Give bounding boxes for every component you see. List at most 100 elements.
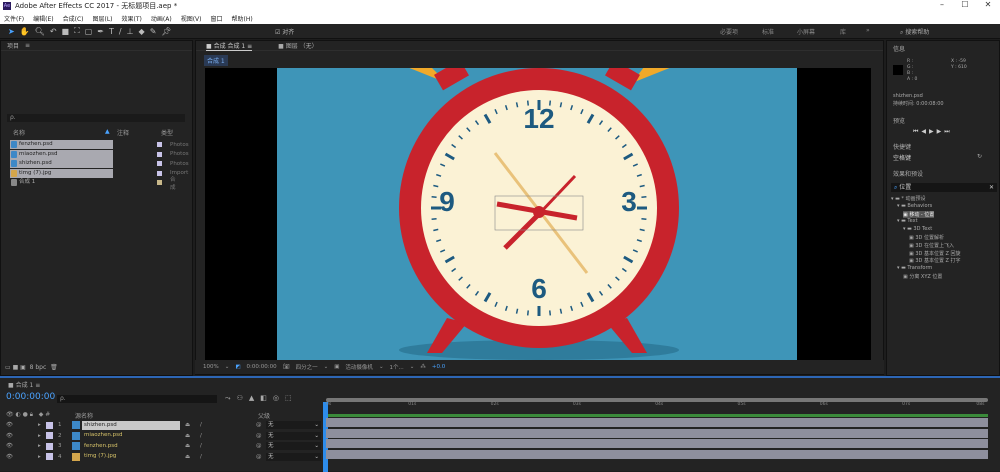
project-item[interactable]: 合成 1 合成 bbox=[10, 177, 176, 191]
layer-row[interactable]: 👁︎ ▸ 1 shizhen.psd ⏏ / @ 无 ⌄ bbox=[0, 420, 325, 430]
rotate-tool-icon[interactable]: ↶ bbox=[50, 27, 57, 36]
visibility-eye-icon[interactable]: 👁︎ bbox=[6, 433, 13, 439]
comp-breadcrumb[interactable]: 合成 1 bbox=[204, 55, 228, 66]
effects-tree-item[interactable]: ▾ ▬ Transform bbox=[897, 265, 932, 271]
expand-arrow-icon[interactable]: ▸ bbox=[38, 454, 41, 460]
menu-edit[interactable]: 编辑(E) bbox=[33, 14, 53, 23]
label-color-swatch[interactable] bbox=[157, 151, 162, 157]
maximize-button[interactable]: ☐ bbox=[955, 0, 975, 12]
layer-row[interactable]: 👁︎ ▸ 3 fenzhen.psd ⏏ / @ 无 ⌄ bbox=[0, 441, 325, 451]
sort-arrow-icon[interactable]: ▲ bbox=[105, 128, 110, 135]
project-item[interactable]: shizhen.psd Photos bbox=[10, 159, 189, 168]
column-comment[interactable]: 注释 bbox=[117, 128, 129, 137]
bpc-button[interactable]: 8 bpc bbox=[30, 364, 47, 371]
timeline-switches[interactable]: ⤳⚇▲◧◎⬚ bbox=[225, 394, 298, 403]
project-item[interactable]: timg (7).jpg Import bbox=[10, 168, 188, 178]
shy-icon[interactable]: ⏏ bbox=[185, 443, 190, 449]
expand-arrow-icon[interactable]: ▸ bbox=[38, 422, 41, 428]
viewer-timecode[interactable]: 0:00:00:00 bbox=[247, 364, 277, 370]
menu-layer[interactable]: 图层(L) bbox=[93, 14, 113, 23]
quality-switch[interactable]: / bbox=[200, 454, 202, 460]
layer-duration-bar[interactable] bbox=[326, 428, 988, 438]
shortcut-select[interactable]: 空格键 bbox=[893, 153, 911, 162]
shy-icon[interactable]: ⏏ bbox=[185, 454, 190, 460]
column-type[interactable]: 类型 bbox=[161, 128, 173, 137]
eraser-tool-icon[interactable]: ◆ bbox=[139, 27, 145, 36]
expand-arrow-icon[interactable]: ▸ bbox=[38, 433, 41, 439]
camera-tool-icon[interactable]: ■ bbox=[62, 27, 70, 36]
pan-behind-tool-icon[interactable]: ⛶ bbox=[74, 26, 80, 36]
label-color-swatch[interactable] bbox=[157, 142, 162, 147]
zoom-tool-icon[interactable]: 🔍︎ bbox=[35, 27, 45, 36]
tab-composition[interactable]: ■ 合成 合成 1 ≡ bbox=[206, 41, 253, 51]
clone-stamp-tool-icon[interactable]: ⊥ bbox=[127, 27, 134, 36]
visibility-eye-icon[interactable]: 👁︎ bbox=[6, 443, 13, 449]
menu-effect[interactable]: 效果(T) bbox=[122, 14, 142, 23]
camera-select[interactable]: 活动摄像机 bbox=[345, 363, 373, 371]
resolution-select[interactable]: 四分之一 bbox=[296, 363, 318, 371]
flowchart-icon[interactable]: ⁂ bbox=[420, 364, 426, 370]
layer-duration-bar[interactable] bbox=[326, 449, 988, 459]
parent-header[interactable]: 父级 bbox=[258, 411, 270, 420]
rectangle-tool-icon[interactable]: ▢ bbox=[85, 27, 93, 36]
shy-icon[interactable]: ⏏ bbox=[185, 433, 190, 439]
parent-pickwhip-icon[interactable]: @ bbox=[256, 422, 262, 428]
parent-pickwhip-icon[interactable]: @ bbox=[256, 433, 262, 439]
workspace-library[interactable]: 库 bbox=[840, 27, 846, 36]
workspace-small-screen[interactable]: 小屏幕 bbox=[797, 27, 815, 36]
layer-row[interactable]: 👁︎ ▸ 2 miaozhen.psd ⏏ / @ 无 ⌄ bbox=[0, 431, 325, 441]
layer-label-color[interactable] bbox=[46, 421, 53, 429]
align-checkbox[interactable]: ☑ 对齐 bbox=[275, 27, 294, 36]
tab-layer[interactable]: ■ 图层 （无） bbox=[278, 41, 318, 50]
close-button[interactable]: ✕ bbox=[978, 0, 998, 12]
menu-composition[interactable]: 合成(C) bbox=[63, 14, 84, 23]
menu-help[interactable]: 帮助(H) bbox=[232, 14, 253, 23]
effects-tree-item[interactable]: ▣ 3D 基本位置 Z 打字 bbox=[909, 257, 961, 264]
effects-search-input[interactable]: ⌕ 位置 ✕ bbox=[891, 183, 997, 192]
brush-tool-icon[interactable]: / bbox=[119, 27, 122, 36]
layer-duration-bar[interactable] bbox=[326, 418, 988, 427]
expand-arrow-icon[interactable]: ▸ bbox=[38, 443, 41, 449]
label-color-swatch[interactable] bbox=[157, 161, 162, 166]
source-name-header[interactable]: 源名称 bbox=[75, 411, 93, 420]
refresh-icon[interactable]: ↻ bbox=[977, 153, 982, 160]
parent-select[interactable]: 无 ⌄ bbox=[266, 421, 321, 429]
layer-name[interactable]: timg (7).jpg bbox=[82, 452, 180, 461]
layer-label-color[interactable] bbox=[46, 432, 53, 439]
layer-name[interactable]: fenzhen.psd bbox=[82, 442, 180, 451]
workspace-essentials[interactable]: 必要项 bbox=[720, 27, 738, 36]
parent-pickwhip-icon[interactable]: @ bbox=[256, 443, 262, 449]
quality-switch[interactable]: / bbox=[200, 422, 202, 428]
hand-tool-icon[interactable]: ✋ bbox=[20, 27, 30, 36]
layer-label-color[interactable] bbox=[46, 442, 53, 450]
magnification-select[interactable]: 100% bbox=[203, 364, 219, 370]
exposure-value[interactable]: +0.0 bbox=[432, 364, 445, 370]
minimize-button[interactable]: – bbox=[932, 0, 952, 12]
project-item[interactable]: miaozhen.psd Photos bbox=[10, 149, 189, 159]
pen-tool-icon[interactable]: ✒ bbox=[97, 27, 104, 36]
visibility-eye-icon[interactable]: 👁︎ bbox=[6, 454, 13, 460]
region-of-interest-icon[interactable]: ◩ bbox=[235, 364, 240, 370]
text-tool-icon[interactable]: T bbox=[109, 27, 114, 36]
workspace-standard[interactable]: 标准 bbox=[762, 27, 774, 36]
effects-tree-item[interactable]: ▣ 3D 位置解析 bbox=[909, 234, 944, 241]
effects-tree-item[interactable]: ▣ 3D 基本位置 Z 回旋 bbox=[909, 250, 961, 257]
quality-switch[interactable]: / bbox=[200, 433, 202, 439]
layer-duration-bar[interactable] bbox=[326, 439, 988, 448]
menu-view[interactable]: 视图(V) bbox=[181, 14, 202, 23]
menu-animation[interactable]: 动画(A) bbox=[151, 14, 172, 23]
project-search-input[interactable]: ρ. bbox=[7, 114, 185, 122]
parent-select[interactable]: 无 ⌄ bbox=[266, 452, 321, 461]
layer-label-color[interactable] bbox=[46, 453, 53, 460]
roto-brush-tool-icon[interactable]: ✎ bbox=[150, 27, 157, 36]
layer-name[interactable]: miaozhen.psd bbox=[82, 431, 180, 440]
effects-tree-item[interactable]: ▾ ▬ * 动画预设 bbox=[891, 195, 926, 202]
effects-tree-item[interactable]: ▾ ▬ Text bbox=[897, 218, 918, 224]
label-color-swatch[interactable] bbox=[157, 170, 162, 176]
timeline-search-input[interactable]: ρ. bbox=[57, 395, 217, 403]
layer-name[interactable]: shizhen.psd bbox=[82, 420, 180, 430]
effects-tree-item[interactable]: ▣ 分离 XYZ 位置 bbox=[903, 273, 942, 280]
effects-tree-item[interactable]: ▾ ▬ Behaviors bbox=[897, 203, 932, 209]
parent-select[interactable]: 无 ⌄ bbox=[266, 431, 321, 440]
column-name[interactable]: 名称 bbox=[13, 128, 25, 137]
